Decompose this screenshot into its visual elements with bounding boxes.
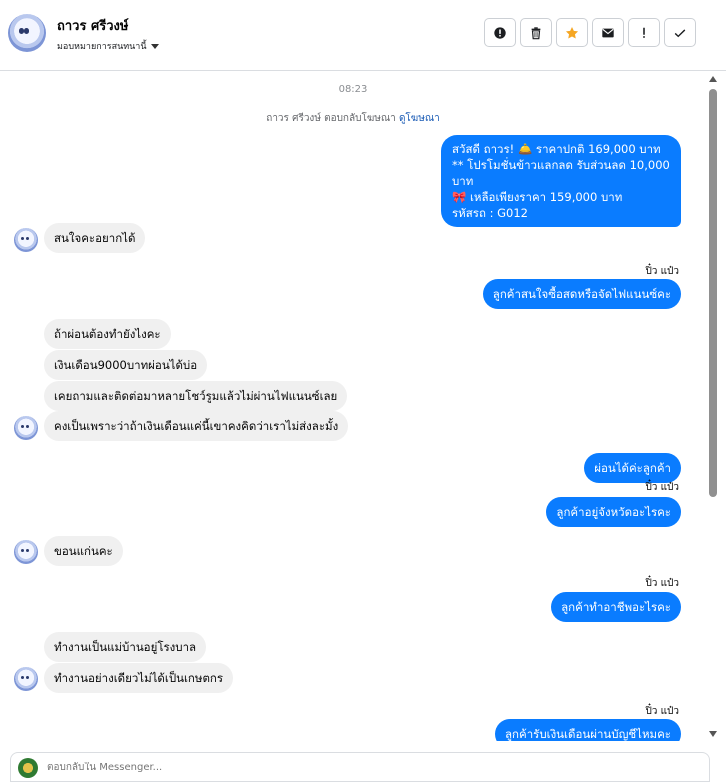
delete-button[interactable] [520, 18, 552, 47]
star-icon [565, 26, 579, 39]
contact-avatar[interactable] [8, 14, 46, 52]
outgoing-message[interactable]: ผ่อนได้ค่ะลูกค้า [584, 453, 681, 483]
outgoing-message[interactable]: สวัสดี ถาวร! 🛎️ ราคาปกติ 169,000 บาท ** … [441, 135, 681, 227]
contact-avatar-small [14, 667, 38, 691]
header-actions [484, 18, 696, 47]
mark-spam-button[interactable] [484, 18, 516, 47]
sender-name: ปิ๋ว แป๋ว [645, 482, 679, 493]
ad-reply-text: ถาวร ศรีวงษ์ ตอบกลับโฆษณา [266, 113, 396, 124]
message-composer [10, 752, 710, 782]
sender-name: ปิ๋ว แป๋ว [645, 266, 679, 277]
ad-reply-note: ถาวร ศรีวงษ์ ตอบกลับโฆษณา ดูโฆษณา [0, 111, 706, 126]
incoming-message[interactable]: ถ้าผ่อนต้องทำยังไงคะ [44, 319, 171, 349]
message-line: สวัสดี ถาวร! 🛎️ ราคาปกติ 169,000 บาท [452, 142, 661, 156]
exclamation-icon [643, 27, 645, 38]
page-avatar [18, 758, 38, 778]
mark-done-button[interactable] [664, 18, 696, 47]
incoming-message[interactable]: เงินเดือน9000บาทผ่อนได้บ่อ [44, 350, 208, 380]
alert-circle-icon [494, 26, 506, 39]
mail-icon [602, 28, 614, 37]
star-button[interactable] [556, 18, 588, 47]
incoming-message[interactable]: คงเป็นเพราะว่าถ้าเงินเดือนแค่นี้เขาคงคิด… [44, 411, 349, 441]
incoming-message[interactable]: ขอนแก่นคะ [44, 536, 123, 566]
contact-name[interactable]: ถาวร ศรีวงษ์ [57, 15, 128, 36]
trash-icon [531, 26, 541, 39]
view-ad-link[interactable]: ดูโฆษณา [399, 113, 440, 124]
assign-label: มอบหมายการสนทนานี้ [57, 42, 147, 52]
thread-scrollbar[interactable] [706, 71, 720, 741]
sender-name: ปิ๋ว แป๋ว [645, 706, 679, 717]
caret-down-icon [150, 43, 159, 49]
incoming-message[interactable]: สนใจคะอยากได้ [44, 223, 146, 253]
conversation-header: ถาวร ศรีวงษ์ มอบหมายการสนทนานี้ [0, 0, 726, 71]
message-line: รหัสรถ : G012 [452, 206, 528, 220]
reply-input[interactable] [47, 762, 647, 773]
contact-avatar-small [14, 540, 38, 564]
scroll-up-arrow-icon[interactable] [709, 76, 717, 82]
mark-unread-button[interactable] [592, 18, 624, 47]
flag-button[interactable] [628, 18, 660, 47]
message-line: ** โปรโมชั่นข้าวแลกลด รับส่วนลด 10,000 บ… [452, 158, 670, 188]
outgoing-message[interactable]: ลูกค้าอยู่จังหวัดอะไรคะ [546, 497, 681, 527]
message-thread[interactable]: 08:23 ถาวร ศรีวงษ์ ตอบกลับโฆษณา ดูโฆษณา … [0, 71, 706, 741]
incoming-message[interactable]: ทำงานเป็นแม่บ้านอยู่โรงบาล [44, 632, 207, 662]
outgoing-message[interactable]: ลูกค้าทำอาชีพอะไรคะ [551, 592, 681, 622]
message-line: 🎀 เหลือเพียงราคา 159,000 บาท [452, 190, 623, 204]
check-icon [674, 28, 686, 37]
assign-conversation-dropdown[interactable]: มอบหมายการสนทนานี้ [57, 39, 159, 53]
sender-name: ปิ๋ว แป๋ว [645, 578, 679, 589]
contact-avatar-small [14, 228, 38, 252]
outgoing-message[interactable]: ลูกค้าสนใจซื้อสดหรือจัดไฟแนนซ์คะ [482, 279, 681, 309]
scrollbar-thumb[interactable] [709, 89, 717, 497]
scroll-down-arrow-icon[interactable] [709, 731, 717, 737]
incoming-message[interactable]: ทำงานอย่างเดียวไม่ได้เป็นเกษตกร [44, 663, 234, 693]
message-timestamp: 08:23 [338, 84, 368, 95]
contact-avatar-small [14, 416, 38, 440]
incoming-message[interactable]: เคยถามและติดต่อมาหลายโชว์รูมแล้วไม่ผ่านไ… [44, 381, 348, 411]
outgoing-message[interactable]: ลูกค้ารับเงินเดือนผ่านบัญชีไหมคะ [495, 719, 681, 741]
